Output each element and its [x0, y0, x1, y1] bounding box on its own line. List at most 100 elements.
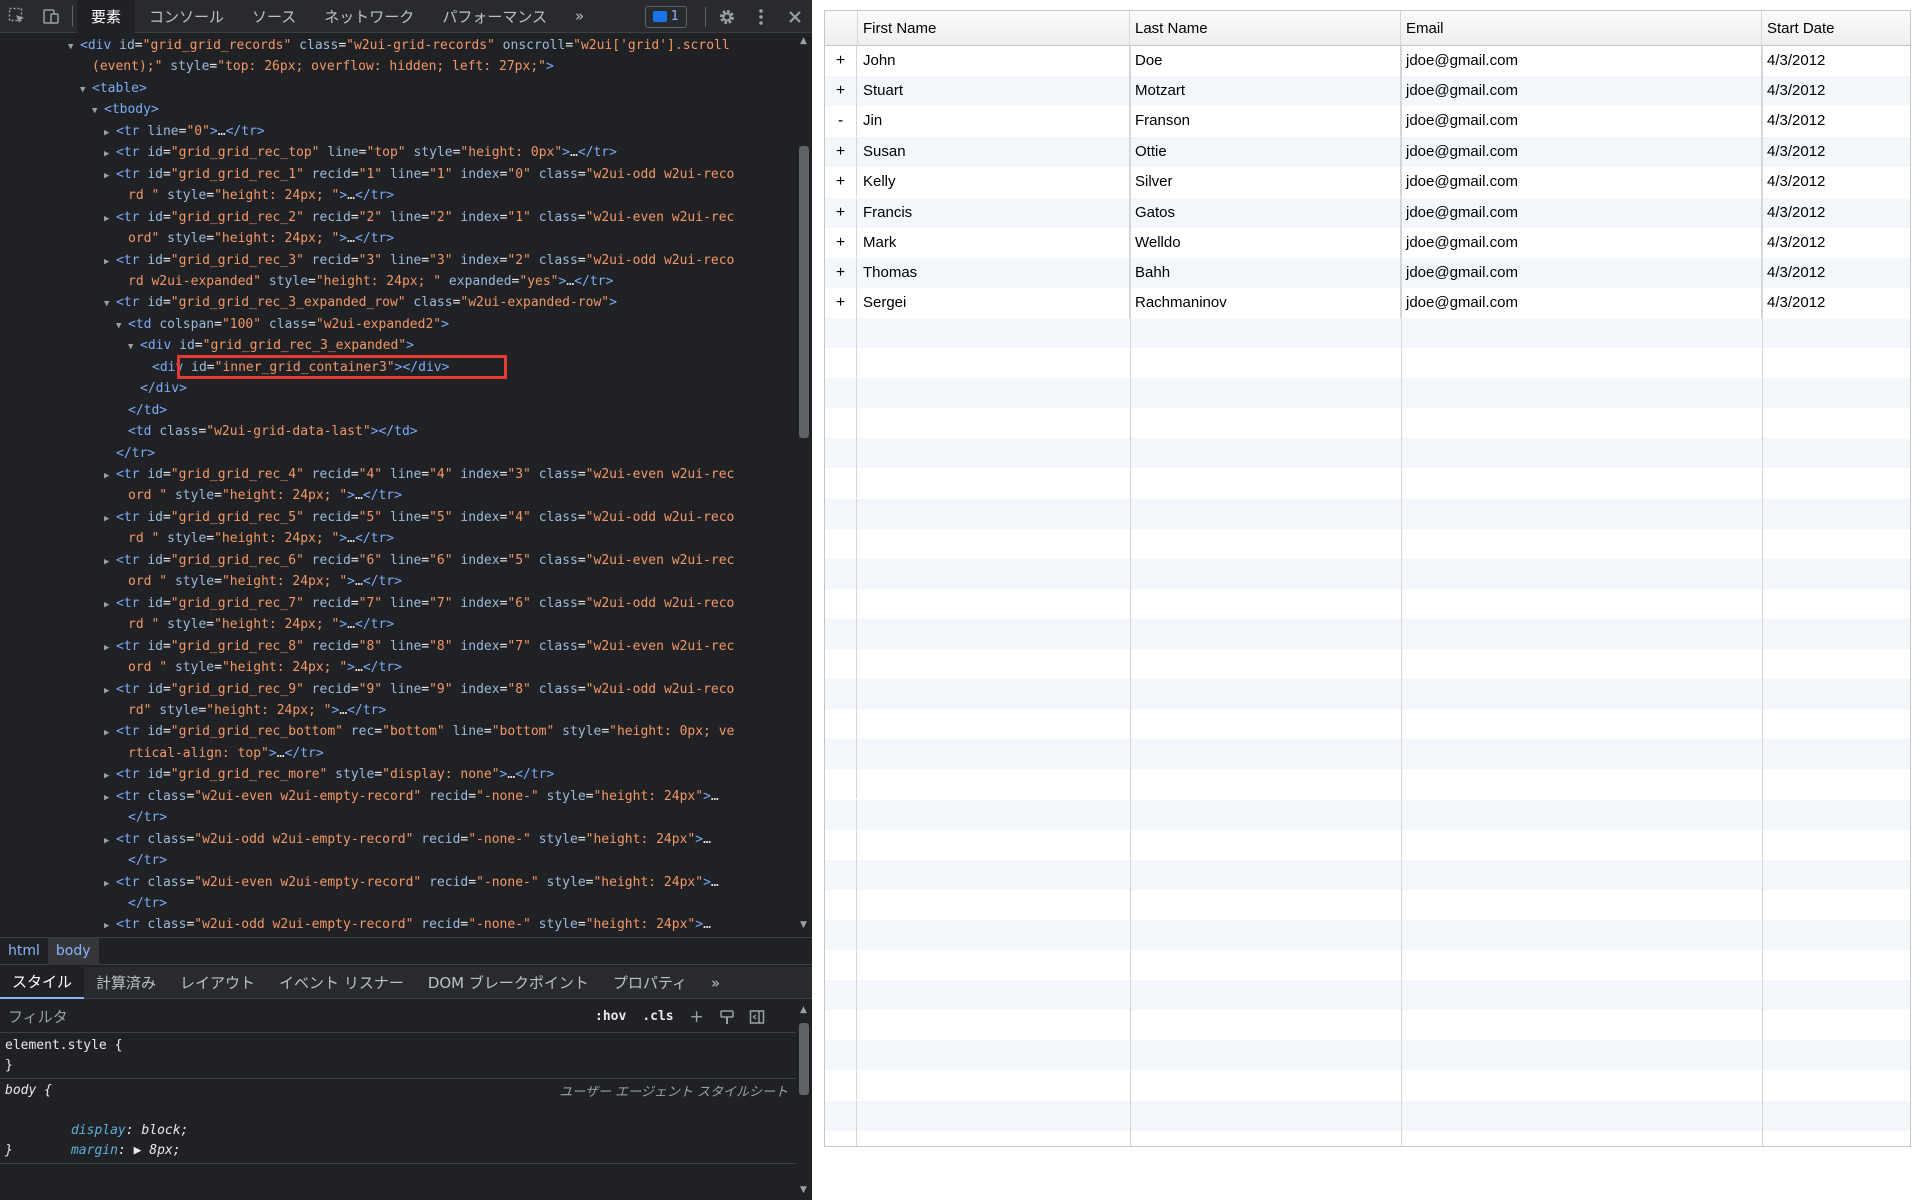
expanded-triangle-icon[interactable]: ▼	[116, 316, 128, 337]
dom-node-line[interactable]: ord" style="height: 24px; ">…</tr>	[116, 228, 394, 249]
dom-node-line[interactable]: rd" style="height: 24px; ">…</tr>	[116, 700, 386, 721]
cell-first[interactable]: Susan	[858, 137, 1130, 168]
cell-email[interactable]: jdoe@gmail.com	[1401, 46, 1762, 76]
collapsed-triangle-icon[interactable]: ▶	[104, 166, 116, 187]
cell-first[interactable]: Mark	[858, 227, 1130, 258]
expand-row-toggle[interactable]: +	[825, 137, 857, 168]
dom-node-line[interactable]: ▶ <tr id="grid_grid_rec_9" recid="9" line…	[104, 679, 734, 700]
cell-email[interactable]: jdoe@gmail.com	[1401, 197, 1762, 228]
dom-node-line[interactable]: rd " style="height: 24px; ">…</tr>	[116, 528, 394, 549]
collapsed-triangle-icon[interactable]: ▶	[104, 681, 116, 702]
expand-row-toggle[interactable]: +	[825, 197, 857, 228]
tab-3[interactable]: ネットワーク	[310, 0, 428, 33]
column-header-first-name[interactable]: First Name	[858, 11, 1130, 46]
table-row[interactable]: + Francis Gatos jdoe@gmail.com 4/3/2012	[825, 197, 1910, 228]
table-row[interactable]: + Mark Welldo jdoe@gmail.com 4/3/2012	[825, 227, 1910, 258]
paint-icon[interactable]	[712, 1004, 742, 1030]
collapsed-triangle-icon[interactable]: ▶	[104, 466, 116, 487]
dom-node-line[interactable]: ▼ <div id="grid_grid_records" class="w2ui…	[68, 35, 730, 56]
dom-node-line[interactable]: ▶ <tr id="grid_grid_rec_1" recid="1" line…	[104, 164, 734, 185]
cell-email[interactable]: jdoe@gmail.com	[1401, 76, 1762, 107]
dom-node-line[interactable]: rd " style="height: 24px; ">…</tr>	[116, 614, 394, 635]
table-row[interactable]: + John Doe jdoe@gmail.com 4/3/2012	[825, 46, 1910, 76]
cell-last[interactable]: Motzart	[1130, 76, 1401, 107]
collapsed-triangle-icon[interactable]: ▶	[104, 123, 116, 144]
cell-first[interactable]: Jin	[858, 106, 1130, 137]
collapsed-triangle-icon[interactable]: ▶	[104, 595, 116, 616]
dom-node-line[interactable]: ▶ <tr id="grid_grid_rec_3" recid="3" line…	[104, 250, 734, 271]
body-selector[interactable]: body {	[5, 1081, 52, 1101]
dom-node-line[interactable]: ▶ <tr id="grid_grid_rec_8" recid="8" line…	[104, 636, 734, 657]
dom-node-line[interactable]: </div>	[128, 378, 187, 399]
expand-row-toggle[interactable]: +	[825, 167, 857, 198]
cell-last[interactable]: Ottie	[1130, 137, 1401, 168]
style-prop-margin[interactable]: margin: ▶ 8px;	[24, 1121, 181, 1158]
cell-last[interactable]: Gatos	[1130, 197, 1401, 228]
dom-node-line[interactable]: rd " style="height: 24px; ">…</tr>	[116, 185, 394, 206]
cell-last[interactable]: Rachmaninov	[1130, 287, 1401, 318]
expand-row-toggle[interactable]: +	[825, 257, 857, 288]
cell-date[interactable]: 4/3/2012	[1762, 106, 1910, 136]
cell-last[interactable]: Welldo	[1130, 227, 1401, 258]
cell-email[interactable]: jdoe@gmail.com	[1401, 137, 1762, 168]
table-row[interactable]: + Kelly Silver jdoe@gmail.com 4/3/2012	[825, 167, 1910, 198]
collapsed-triangle-icon[interactable]: ▶	[104, 552, 116, 573]
cell-date[interactable]: 4/3/2012	[1762, 46, 1910, 76]
collapsed-triangle-icon[interactable]: ▶	[104, 916, 116, 934]
cls-toggle[interactable]: .cls	[634, 1009, 681, 1024]
breadcrumb-html[interactable]: html	[0, 938, 48, 965]
style-prop-display[interactable]: display: block;	[24, 1101, 188, 1138]
dom-node-line[interactable]: </tr>	[116, 850, 167, 871]
styles-scrollbar[interactable]: ▲ ▼	[796, 1001, 812, 1200]
dom-node-line[interactable]: ▶ <tr id="grid_grid_rec_top" line="top" s…	[104, 142, 617, 163]
cell-first[interactable]: Sergei	[858, 287, 1130, 318]
dom-node-line[interactable]: ▶ <tr class="w2ui-odd w2ui-empty-record" …	[104, 829, 711, 850]
dom-tree-scrollbar[interactable]: ▲ ▼	[796, 34, 812, 934]
expanded-triangle-icon[interactable]: ▼	[92, 101, 104, 122]
dom-node-line[interactable]: ▶ <tr id="grid_grid_rec_4" recid="4" line…	[104, 464, 734, 485]
tab-1[interactable]: コンソール	[135, 0, 238, 33]
cell-first[interactable]: Thomas	[858, 257, 1130, 288]
expanded-triangle-icon[interactable]: ▼	[80, 80, 92, 101]
expand-row-toggle[interactable]: +	[825, 227, 857, 258]
cell-email[interactable]: jdoe@gmail.com	[1401, 106, 1762, 137]
cell-date[interactable]: 4/3/2012	[1762, 167, 1910, 197]
cell-email[interactable]: jdoe@gmail.com	[1401, 257, 1762, 288]
dom-node-line[interactable]: ▶ <tr class="w2ui-odd w2ui-empty-record" …	[104, 914, 711, 934]
collapsed-triangle-icon[interactable]: ▶	[104, 831, 116, 852]
device-toggle-icon[interactable]	[34, 0, 68, 33]
dom-node-line[interactable]: </tr>	[104, 443, 155, 464]
sidebar-more-tabs[interactable]: »	[699, 967, 732, 999]
dom-node-line[interactable]: ▶ <tr id="grid_grid_rec_more" style="disp…	[104, 764, 554, 785]
dom-tree[interactable]: ▼ <div id="grid_grid_records" class="w2ui…	[0, 34, 796, 934]
collapse-row-toggle[interactable]: -	[825, 106, 857, 137]
dom-node-line[interactable]: <td class="w2ui-grid-data-last"></td>	[116, 421, 418, 442]
sidebar-tab-0[interactable]: スタイル	[0, 966, 85, 999]
dom-node-line[interactable]: ▶ <tr id="grid_grid_rec_7" recid="7" line…	[104, 593, 734, 614]
kebab-menu-icon[interactable]	[744, 0, 778, 33]
expand-row-toggle[interactable]: +	[825, 46, 857, 76]
expanded-triangle-icon[interactable]: ▼	[68, 37, 80, 58]
cell-email[interactable]: jdoe@gmail.com	[1401, 287, 1762, 318]
expand-row-toggle[interactable]: +	[825, 76, 857, 107]
cell-last[interactable]: Doe	[1130, 46, 1401, 76]
toggle-sidebar-icon[interactable]	[742, 1004, 772, 1030]
scroll-down-icon[interactable]: ▼	[800, 1185, 807, 1195]
cell-date[interactable]: 4/3/2012	[1762, 288, 1910, 318]
cell-last[interactable]: Silver	[1130, 167, 1401, 198]
cell-last[interactable]: Bahh	[1130, 257, 1401, 288]
collapsed-triangle-icon[interactable]: ▶	[104, 638, 116, 659]
sidebar-tab-1[interactable]: 計算済み	[84, 967, 168, 999]
cell-date[interactable]: 4/3/2012	[1762, 258, 1910, 288]
scroll-down-icon[interactable]: ▼	[800, 920, 807, 930]
add-rule-icon[interactable]: +	[682, 1004, 712, 1030]
close-icon[interactable]	[778, 0, 812, 33]
scrollbar-thumb[interactable]	[799, 1023, 809, 1095]
scrollbar-thumb[interactable]	[799, 146, 809, 438]
scroll-up-icon[interactable]: ▲	[800, 1005, 807, 1015]
cell-first[interactable]: Kelly	[858, 167, 1130, 198]
dom-node-line[interactable]: ▼ <table>	[80, 78, 147, 99]
cell-date[interactable]: 4/3/2012	[1762, 198, 1910, 228]
breadcrumb-body[interactable]: body	[47, 937, 99, 965]
table-row[interactable]: + Susan Ottie jdoe@gmail.com 4/3/2012	[825, 137, 1910, 168]
